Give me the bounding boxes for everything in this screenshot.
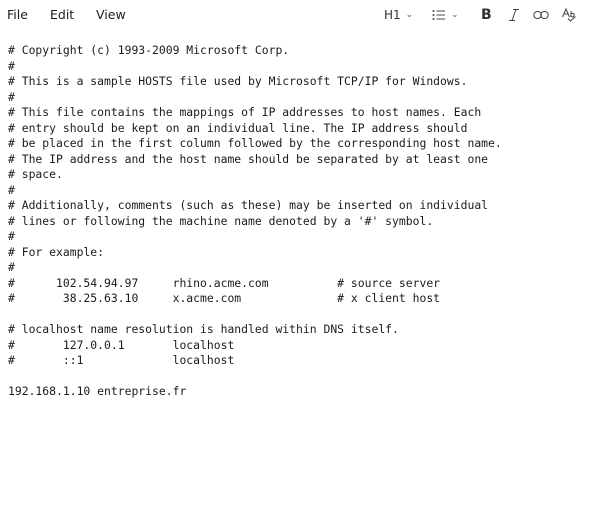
menu-view[interactable]: View	[96, 7, 126, 22]
text-line: # This is a sample HOSTS file used by Mi…	[8, 74, 468, 88]
menu-edit[interactable]: Edit	[50, 7, 74, 22]
bullet-list-icon	[432, 10, 445, 20]
text-line: # localhost name resolution is handled w…	[8, 322, 399, 336]
text-line: # This file contains the mappings of IP …	[8, 105, 482, 119]
bold-icon: B	[481, 7, 492, 23]
text-line: 192.168.1.10 entreprise.fr	[8, 384, 187, 398]
text-line: #	[8, 229, 15, 243]
text-line: # lines or following the machine name de…	[8, 213, 434, 228]
italic-icon	[509, 9, 519, 21]
text-line: # 38.25.63.10 x.acme.com # x client host	[8, 291, 441, 305]
text-line: #	[8, 89, 15, 104]
heading-dropdown[interactable]: H1 ⌄	[384, 6, 413, 24]
text-line: # The IP address and the host name shoul…	[8, 151, 489, 166]
text-line: #	[8, 58, 15, 73]
spellcheck-icon	[562, 7, 576, 22]
menu-bar: File Edit View H1 ⌄ ⌄ B	[0, 0, 605, 30]
chevron-down-icon: ⌄	[451, 10, 459, 20]
link-icon	[533, 11, 549, 19]
text-line: # Copyright (c) 1993-2009 Microsoft Corp…	[8, 43, 290, 57]
chevron-down-icon: ⌄	[405, 10, 414, 20]
text-line: # space.	[8, 167, 63, 181]
text-editor[interactable]: # Copyright (c) 1993-2009 Microsoft Corp…	[0, 36, 605, 520]
text-line: #	[8, 260, 15, 274]
text-line: # 127.0.0.1 localhost	[8, 337, 235, 352]
menu-file[interactable]: File	[7, 7, 28, 22]
bold-button[interactable]: B	[481, 6, 492, 24]
text-line: # 102.54.94.97 rhino.acme.com # source s…	[8, 275, 441, 290]
text-line: # Additionally, comments (such as these)…	[8, 198, 489, 212]
heading-label: H1	[384, 8, 401, 22]
spellcheck-button[interactable]	[561, 6, 577, 24]
text-line: #	[8, 182, 15, 197]
italic-button[interactable]	[508, 6, 520, 24]
text-line: # For example:	[8, 244, 105, 259]
text-line: # ::1 localhost	[8, 353, 235, 367]
link-button[interactable]	[533, 6, 549, 24]
text-line: # entry should be kept on an individual …	[8, 120, 468, 135]
list-dropdown[interactable]: ⌄	[432, 6, 459, 24]
text-line: # be placed in the first column followed…	[8, 136, 502, 150]
